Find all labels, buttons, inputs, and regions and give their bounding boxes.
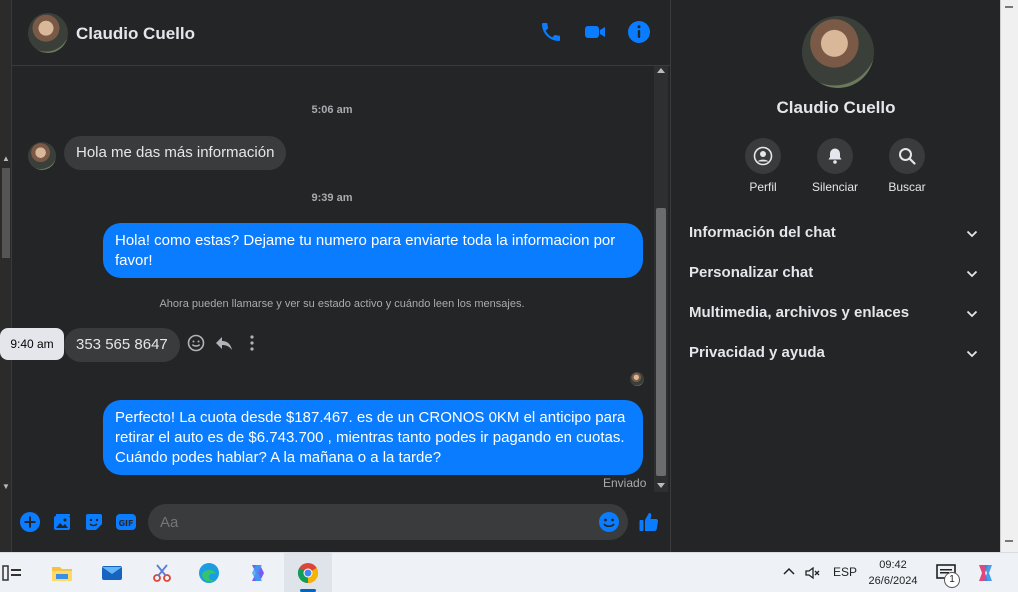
message-actions bbox=[184, 333, 264, 353]
incoming-message[interactable]: 353 565 8647 bbox=[64, 328, 180, 362]
info-icon[interactable] bbox=[627, 20, 651, 44]
copilot-pre-icon[interactable] bbox=[974, 561, 998, 585]
chat-scrollbar[interactable] bbox=[654, 66, 668, 492]
language-indicator[interactable]: ESP bbox=[833, 565, 857, 579]
bell-icon[interactable] bbox=[817, 138, 853, 174]
volume-muted-icon[interactable] bbox=[804, 565, 820, 584]
chevron-down-icon bbox=[966, 310, 978, 318]
chrome-active-tab[interactable] bbox=[284, 553, 332, 592]
contact-name[interactable]: Claudio Cuello bbox=[76, 24, 195, 44]
video-call-icon[interactable] bbox=[583, 20, 607, 44]
message-list: 5:06 am Hola me das más información 9:39… bbox=[0, 66, 652, 494]
sticker-icon[interactable] bbox=[83, 511, 105, 533]
incoming-message[interactable]: Hola me das más información bbox=[64, 136, 287, 170]
phone-icon[interactable] bbox=[539, 20, 563, 44]
section-label: Personalizar chat bbox=[689, 264, 814, 281]
profile-avatar[interactable] bbox=[802, 16, 874, 88]
contact-info-panel: Claudio Cuello Perfil Silenciar Buscar I… bbox=[670, 0, 1000, 552]
section-media-files[interactable]: Multimedia, archivos y enlaces bbox=[689, 304, 989, 328]
composer: GIF bbox=[12, 494, 670, 552]
profile-icon[interactable] bbox=[745, 138, 781, 174]
profile-label: Perfil bbox=[749, 180, 777, 194]
section-customize-chat[interactable]: Personalizar chat bbox=[689, 264, 989, 288]
section-chat-info[interactable]: Información del chat bbox=[689, 224, 989, 248]
add-icon[interactable] bbox=[19, 511, 41, 533]
chrome-icon[interactable] bbox=[296, 561, 320, 585]
contact-avatar[interactable] bbox=[28, 13, 68, 53]
gif-icon[interactable]: GIF bbox=[115, 511, 137, 533]
clock[interactable]: 09:42 26/6/2024 bbox=[862, 557, 924, 589]
taskbar: ESP 09:42 26/6/2024 1 bbox=[0, 552, 1018, 592]
seen-avatar bbox=[630, 372, 644, 386]
message-input[interactable] bbox=[148, 504, 628, 540]
outgoing-message[interactable]: Hola! como estas? Dejame tu numero para … bbox=[103, 223, 643, 278]
section-label: Multimedia, archivos y enlaces bbox=[689, 304, 910, 321]
profile-name: Claudio Cuello bbox=[776, 98, 896, 117]
react-emoji-icon[interactable] bbox=[186, 333, 206, 353]
scroll-thumb[interactable] bbox=[2, 168, 10, 258]
scroll-down-icon[interactable] bbox=[657, 483, 665, 488]
chat-header: Claudio Cuello bbox=[12, 0, 670, 66]
sender-avatar[interactable] bbox=[28, 142, 56, 170]
search-icon[interactable] bbox=[889, 138, 925, 174]
messenger-window: ▲ ▼ Claudio Cuello 5:06 am Hola me das m… bbox=[0, 0, 1018, 592]
edge-icon[interactable] bbox=[197, 561, 221, 585]
scroll-up-icon[interactable]: ▲ bbox=[1, 154, 11, 164]
search-action[interactable]: Buscar bbox=[877, 138, 937, 194]
sent-status: Enviado bbox=[603, 476, 647, 490]
page-scrollbar[interactable] bbox=[1000, 0, 1018, 552]
scroll-up-icon[interactable] bbox=[1005, 2, 1013, 8]
scroll-down-icon[interactable]: ▼ bbox=[1, 482, 11, 492]
outgoing-message[interactable]: Perfecto! La cuota desde $187.467. es de… bbox=[103, 400, 643, 475]
chevron-up-icon[interactable] bbox=[782, 565, 796, 582]
section-label: Información del chat bbox=[689, 224, 836, 241]
left-scrollbar[interactable]: ▲ ▼ bbox=[0, 0, 12, 552]
chevron-down-icon bbox=[966, 350, 978, 358]
mute-label: Silenciar bbox=[811, 180, 859, 194]
mail-icon[interactable] bbox=[100, 561, 124, 585]
chat-panel: Claudio Cuello 5:06 am Hola me das más i… bbox=[0, 0, 670, 552]
more-options-icon[interactable] bbox=[242, 333, 262, 353]
system-notice: Ahora pueden llamarse y ver su estado ac… bbox=[159, 298, 525, 310]
clock-date: 26/6/2024 bbox=[868, 575, 918, 587]
scroll-down-icon[interactable] bbox=[1005, 540, 1013, 546]
reply-icon[interactable] bbox=[214, 333, 234, 353]
timestamp: 5:06 am bbox=[311, 104, 353, 116]
copilot-icon[interactable] bbox=[246, 561, 270, 585]
scroll-up-icon[interactable] bbox=[657, 68, 665, 73]
clock-time: 09:42 bbox=[879, 559, 907, 571]
profile-action[interactable]: Perfil bbox=[733, 138, 793, 194]
like-icon[interactable] bbox=[638, 511, 660, 533]
scroll-thumb[interactable] bbox=[656, 208, 666, 476]
notification-count-badge: 1 bbox=[944, 572, 960, 588]
timestamp: 9:39 am bbox=[311, 192, 353, 204]
task-view-icon[interactable] bbox=[0, 561, 24, 585]
search-label: Buscar bbox=[888, 180, 926, 194]
chevron-down-icon bbox=[966, 270, 978, 278]
section-label: Privacidad y ayuda bbox=[689, 344, 825, 361]
snipping-tool-icon[interactable] bbox=[150, 561, 174, 585]
time-tooltip: 9:40 am bbox=[0, 328, 64, 360]
chevron-down-icon bbox=[966, 230, 978, 238]
gallery-icon[interactable] bbox=[51, 511, 73, 533]
mute-action[interactable]: Silenciar bbox=[805, 138, 865, 194]
section-privacy-help[interactable]: Privacidad y ayuda bbox=[689, 344, 989, 368]
emoji-icon[interactable] bbox=[598, 511, 620, 533]
svg-text:GIF: GIF bbox=[118, 519, 133, 528]
file-explorer-icon[interactable] bbox=[50, 561, 74, 585]
